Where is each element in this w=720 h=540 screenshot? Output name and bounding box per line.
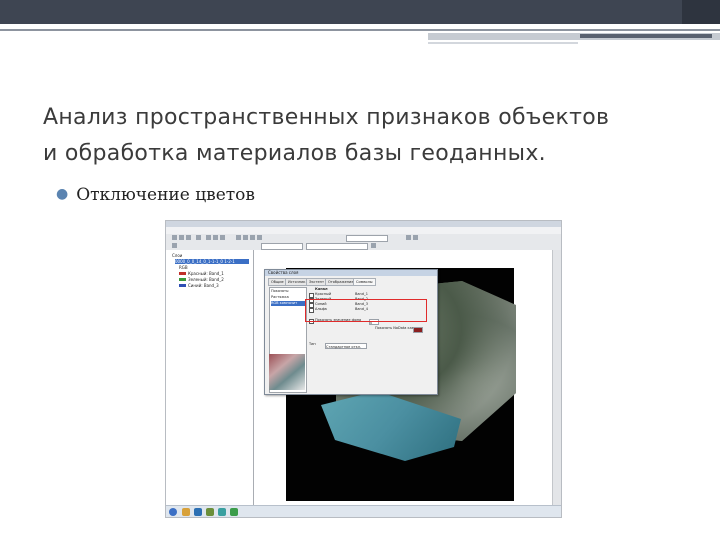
renderer-list-label: Показать: (271, 289, 290, 293)
app-toolbar-2 (166, 242, 561, 250)
dialog-tabs: Общие Источник Экстент Отображение Симво… (268, 278, 434, 286)
slide-title-line-1: Анализ пространственных признаков объект… (43, 105, 610, 130)
toolbar-layer-field[interactable] (261, 243, 303, 250)
toolbar-scale-field[interactable] (346, 235, 388, 242)
toc-item-raster-layer[interactable]: 0000_0_0_14_0_1-1-1_0 1-2-1 (175, 259, 249, 264)
map-vertical-scrollbar[interactable] (552, 250, 561, 505)
toolbar-measure-icon[interactable] (413, 235, 418, 240)
layer-properties-dialog: Свойства слоя Общие Источник Экстент Ото… (264, 269, 438, 395)
app-toolbar-1 (166, 234, 561, 242)
tab-display[interactable]: Отображение (325, 278, 357, 286)
toolbar-zoom-in-icon[interactable] (236, 235, 241, 240)
taskbar-explorer-icon[interactable] (182, 508, 190, 516)
toolbar-cut-icon[interactable] (206, 235, 211, 240)
toc-item: RGB (179, 265, 188, 270)
nodata-highlight-frame (305, 299, 427, 322)
stretch-type-select[interactable]: Стандартное откл. (325, 343, 367, 349)
slide-accent-thin (428, 42, 578, 44)
taskbar-browser-icon[interactable] (194, 508, 202, 516)
dialog-title: Свойства слоя (265, 270, 437, 276)
taskbar-gis-app-icon[interactable] (218, 508, 226, 516)
blue-swatch-icon (179, 284, 186, 287)
taskbar-media-icon[interactable] (206, 508, 214, 516)
os-taskbar (166, 505, 561, 517)
renderer-item-stretch[interactable]: Растяжка (271, 295, 305, 300)
stretch-type-value: Стандартное откл. (326, 345, 362, 349)
stretch-type-label: Тип (309, 342, 316, 346)
slide-header-bar-end (682, 0, 720, 24)
toolbar-effects-icon[interactable] (371, 243, 376, 248)
bullet-item: ● Отключение цветов (56, 185, 255, 205)
tab-symbology[interactable]: Символы (353, 278, 376, 286)
toolbar-open-icon[interactable] (179, 235, 184, 240)
toolbar-target-field[interactable] (306, 243, 368, 250)
bullet-text: Отключение цветов (76, 185, 255, 205)
green-swatch-icon (179, 278, 186, 281)
app-menu-bar (166, 227, 561, 234)
tab-source[interactable]: Источник (285, 278, 309, 286)
toc-item[interactable]: Слои (172, 253, 182, 258)
slide-header-bar (0, 0, 720, 24)
toolbar-paste-icon[interactable] (220, 235, 225, 240)
embedded-app-screenshot: Слои 0000_0_0_14_0_1-1-1_0 1-2-1 RGB Кра… (165, 220, 562, 518)
toolbar-full-extent-icon[interactable] (257, 235, 262, 240)
bullet-dot-icon: ● (56, 186, 69, 202)
taskbar-app-icon[interactable] (230, 508, 238, 516)
toolbar-copy-icon[interactable] (213, 235, 218, 240)
slide-accent-dark (580, 34, 712, 38)
dialog-preview-image (269, 354, 305, 390)
slide-accent-line (0, 29, 720, 31)
nodata-color-picker[interactable] (413, 327, 423, 333)
toolbar-print-icon[interactable] (196, 235, 201, 240)
nodata-color-label: Показать NoData как (375, 326, 414, 330)
toc-item-blue-band: Синий: Band_3 (179, 283, 219, 288)
renderer-item-rgb[interactable]: RGB композит (271, 301, 305, 306)
toc-item-red-band: Красный: Band_1 (179, 271, 224, 276)
tab-extent[interactable]: Экстент (306, 278, 328, 286)
toolbar-new-icon[interactable] (172, 235, 177, 240)
slide-title: Анализ пространственных признаков объект… (43, 100, 683, 172)
tab-general[interactable]: Общие (268, 278, 287, 286)
start-button-icon[interactable] (169, 508, 177, 516)
table-of-contents: Слои 0000_0_0_14_0_1-1-1_0 1-2-1 RGB Кра… (166, 250, 254, 505)
toolbar-editor-icon[interactable] (172, 243, 177, 248)
toolbar-zoom-out-icon[interactable] (243, 235, 248, 240)
red-swatch-icon (179, 272, 186, 275)
toolbar-identify-icon[interactable] (406, 235, 411, 240)
toolbar-pan-icon[interactable] (250, 235, 255, 240)
toolbar-save-icon[interactable] (186, 235, 191, 240)
toc-item-green-band: Зеленый: Band_2 (179, 277, 224, 282)
slide-title-line-2: и обработка материалов базы геоданных. (43, 141, 546, 166)
